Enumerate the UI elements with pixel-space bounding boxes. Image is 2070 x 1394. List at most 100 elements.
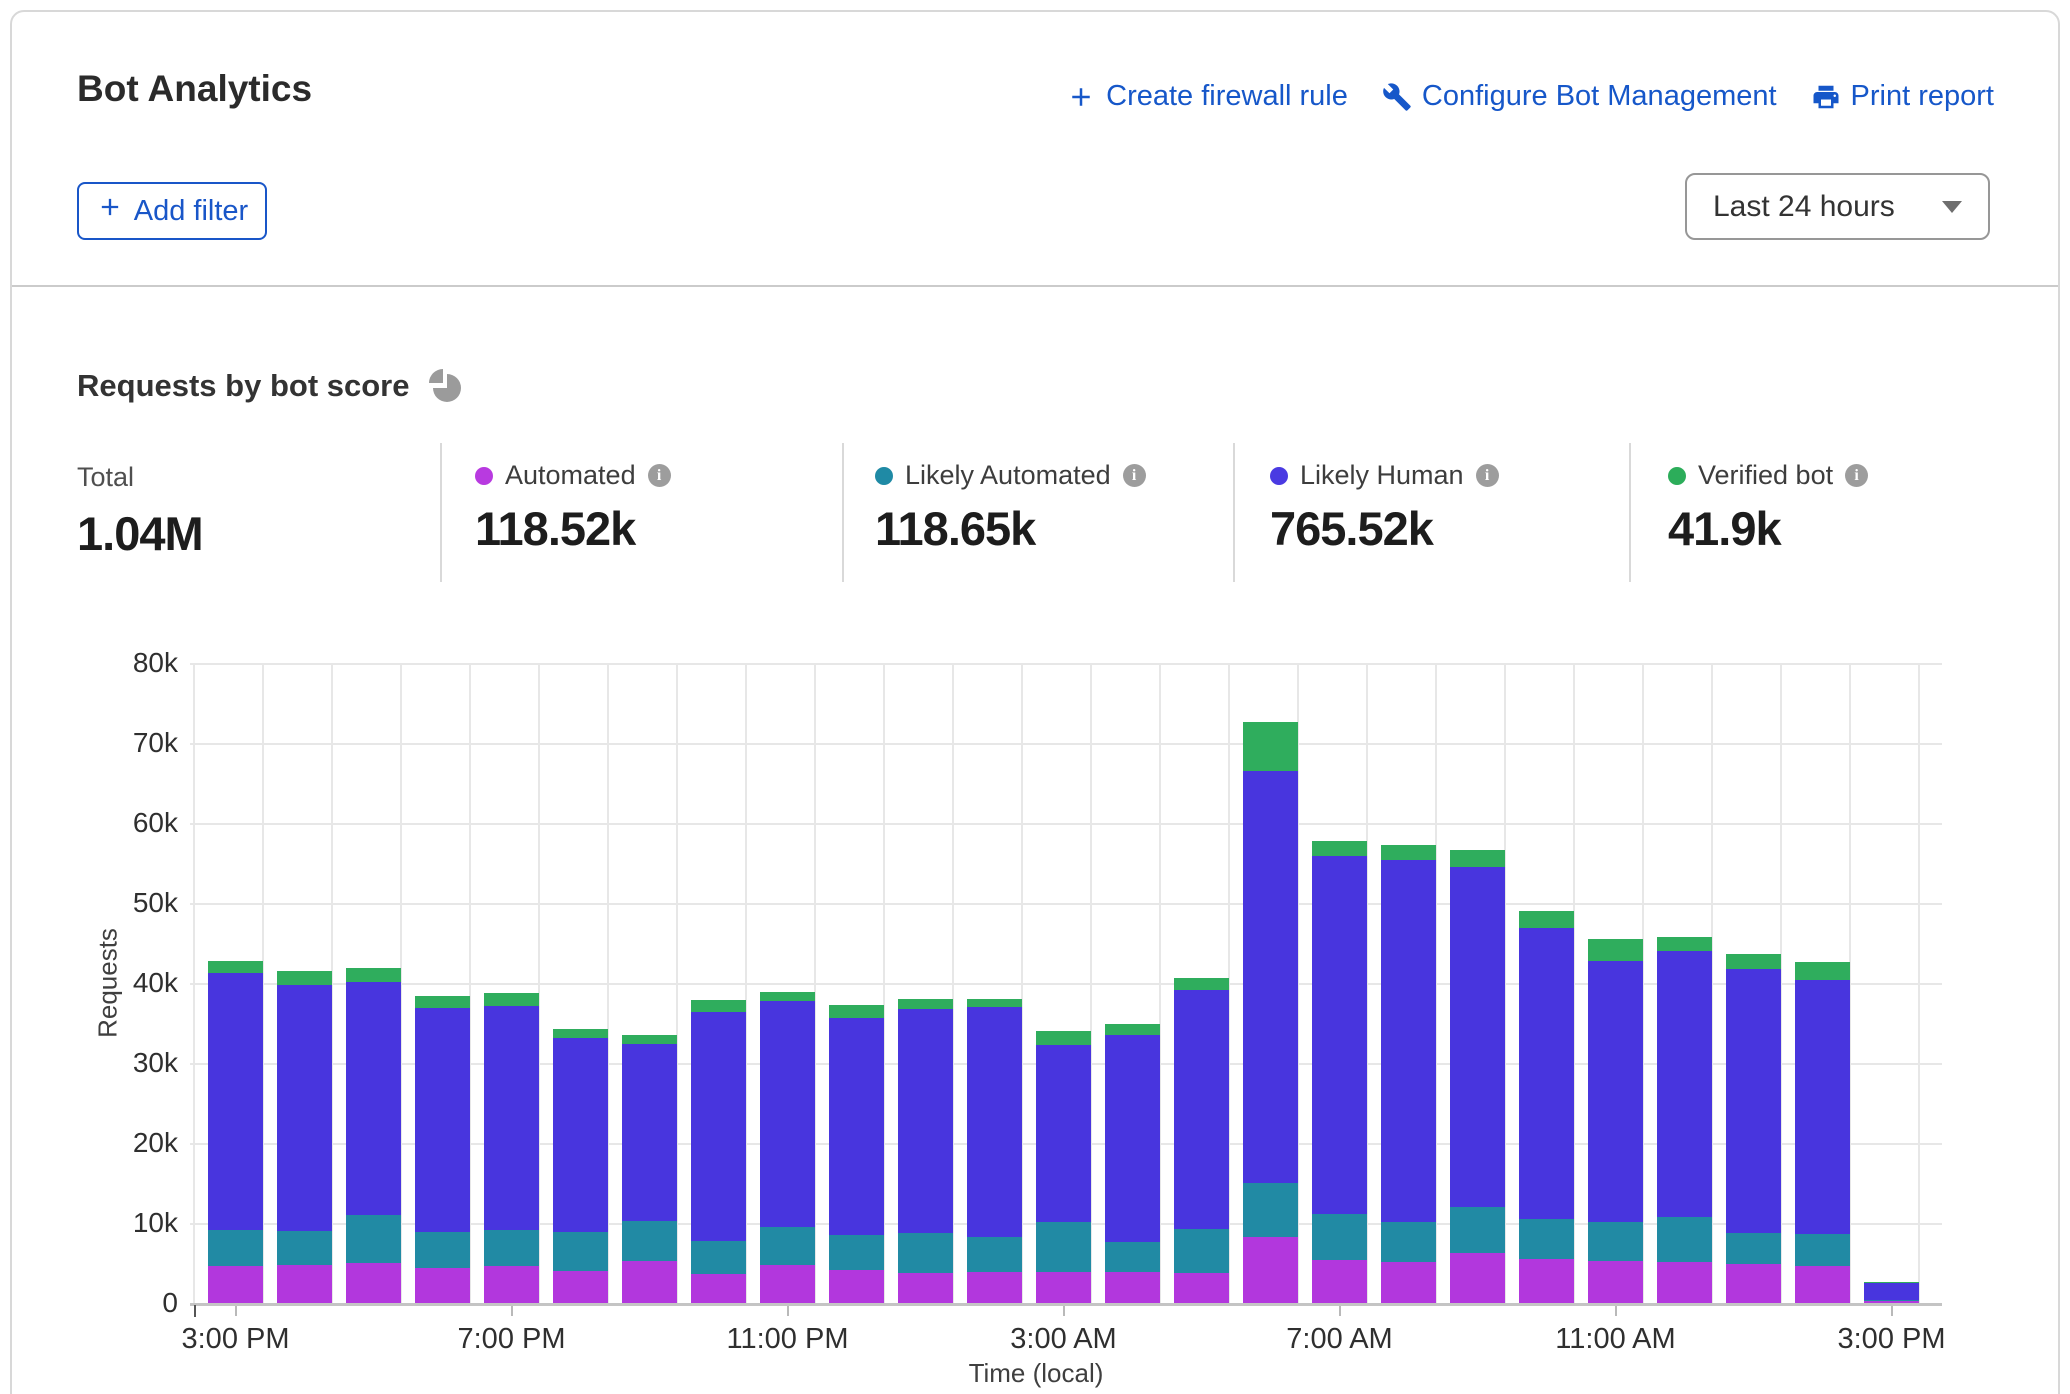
bar-segment-verified-bot[interactable] (1105, 1024, 1160, 1035)
bar-segment-likely-human[interactable] (1174, 990, 1229, 1229)
bar-segment-automated[interactable] (1381, 1262, 1436, 1303)
bar-segment-likely-automated[interactable] (1381, 1222, 1436, 1262)
bar-segment-verified-bot[interactable] (691, 1000, 746, 1012)
bar-segment-likely-human[interactable] (484, 1006, 539, 1230)
bar-segment-likely-human[interactable] (1519, 928, 1574, 1219)
bar-segment-automated[interactable] (1450, 1253, 1505, 1303)
bar-segment-likely-automated[interactable] (415, 1232, 470, 1268)
bar-segment-automated[interactable] (967, 1272, 1022, 1303)
bar-segment-automated[interactable] (760, 1265, 815, 1303)
bar-segment-likely-automated[interactable] (1864, 1300, 1919, 1302)
bar-segment-likely-automated[interactable] (1588, 1222, 1643, 1261)
bar-segment-automated[interactable] (1174, 1273, 1229, 1303)
bar-segment-verified-bot[interactable] (484, 993, 539, 1006)
bar-segment-likely-human[interactable] (967, 1007, 1022, 1237)
bar-segment-likely-human[interactable] (1036, 1045, 1091, 1222)
bar-segment-verified-bot[interactable] (1450, 850, 1505, 867)
bar-segment-likely-human[interactable] (1381, 860, 1436, 1222)
bar-segment-verified-bot[interactable] (622, 1035, 677, 1044)
bar-segment-likely-automated[interactable] (277, 1231, 332, 1265)
bar-segment-likely-automated[interactable] (1105, 1242, 1160, 1272)
add-filter-button[interactable]: Add filter (77, 182, 267, 240)
bar-segment-likely-human[interactable] (691, 1012, 746, 1242)
bar-segment-likely-human[interactable] (208, 973, 263, 1231)
bar-segment-likely-human[interactable] (1243, 771, 1298, 1183)
info-icon[interactable]: i (1476, 464, 1499, 487)
bar-segment-likely-human[interactable] (1657, 951, 1712, 1217)
bar-segment-likely-human[interactable] (1312, 856, 1367, 1214)
bar-segment-likely-automated[interactable] (1450, 1207, 1505, 1253)
bar-segment-verified-bot[interactable] (277, 971, 332, 985)
bar-segment-likely-automated[interactable] (967, 1237, 1022, 1272)
bar-segment-likely-human[interactable] (898, 1009, 953, 1234)
bar-segment-likely-automated[interactable] (829, 1235, 884, 1270)
bar-segment-likely-automated[interactable] (1795, 1234, 1850, 1266)
bar-segment-automated[interactable] (1105, 1272, 1160, 1303)
info-icon[interactable]: i (1123, 464, 1146, 487)
bar-segment-verified-bot[interactable] (1243, 722, 1298, 771)
create-firewall-rule-link[interactable]: Create firewall rule (1066, 80, 1348, 113)
bar-segment-likely-human[interactable] (277, 985, 332, 1231)
bar-segment-automated[interactable] (1243, 1237, 1298, 1303)
bar-segment-automated[interactable] (1312, 1260, 1367, 1303)
print-report-link[interactable]: Print report (1811, 80, 1994, 113)
time-range-dropdown[interactable]: Last 24 hours (1685, 173, 1990, 240)
bar-segment-automated[interactable] (415, 1268, 470, 1303)
bar-segment-likely-automated[interactable] (691, 1241, 746, 1274)
bar-segment-likely-human[interactable] (1105, 1035, 1160, 1242)
bar-segment-likely-automated[interactable] (1657, 1217, 1712, 1263)
bar-segment-automated[interactable] (1036, 1272, 1091, 1303)
bar-segment-verified-bot[interactable] (1726, 954, 1781, 969)
bar-segment-verified-bot[interactable] (553, 1029, 608, 1039)
bar-segment-verified-bot[interactable] (1519, 911, 1574, 928)
configure-bot-management-link[interactable]: Configure Bot Management (1382, 80, 1777, 113)
bar-segment-likely-human[interactable] (760, 1001, 815, 1227)
bar-segment-likely-human[interactable] (829, 1018, 884, 1235)
bar-segment-verified-bot[interactable] (1174, 978, 1229, 990)
bar-segment-verified-bot[interactable] (1657, 937, 1712, 951)
bar-segment-verified-bot[interactable] (1588, 939, 1643, 961)
bar-segment-automated[interactable] (277, 1265, 332, 1303)
bar-segment-automated[interactable] (1657, 1262, 1712, 1303)
bar-segment-likely-human[interactable] (1588, 961, 1643, 1222)
bar-segment-likely-automated[interactable] (1726, 1233, 1781, 1263)
bar-segment-likely-human[interactable] (622, 1044, 677, 1222)
bar-segment-verified-bot[interactable] (829, 1005, 884, 1018)
bar-segment-likely-automated[interactable] (553, 1232, 608, 1271)
bar-segment-likely-automated[interactable] (622, 1221, 677, 1260)
bar-segment-likely-automated[interactable] (760, 1227, 815, 1265)
bar-segment-verified-bot[interactable] (1381, 845, 1436, 860)
bar-segment-automated[interactable] (1519, 1259, 1574, 1303)
bar-segment-likely-human[interactable] (1450, 867, 1505, 1207)
bar-segment-likely-human[interactable] (415, 1008, 470, 1232)
bar-segment-likely-automated[interactable] (1036, 1222, 1091, 1272)
bar-segment-likely-automated[interactable] (1312, 1214, 1367, 1260)
bar-segment-likely-automated[interactable] (898, 1233, 953, 1272)
bar-segment-automated[interactable] (1588, 1261, 1643, 1303)
bar-segment-verified-bot[interactable] (760, 992, 815, 1001)
bar-segment-automated[interactable] (1726, 1264, 1781, 1303)
bar-segment-automated[interactable] (553, 1271, 608, 1303)
bar-segment-verified-bot[interactable] (1864, 1282, 1919, 1283)
bar-segment-verified-bot[interactable] (898, 999, 953, 1009)
bar-segment-likely-automated[interactable] (208, 1230, 263, 1266)
bar-segment-verified-bot[interactable] (1795, 962, 1850, 980)
bar-segment-automated[interactable] (898, 1273, 953, 1303)
bar-segment-verified-bot[interactable] (208, 961, 263, 973)
bar-segment-automated[interactable] (622, 1261, 677, 1303)
bar-segment-verified-bot[interactable] (1312, 841, 1367, 855)
bar-segment-likely-human[interactable] (1726, 969, 1781, 1233)
bar-segment-likely-human[interactable] (1864, 1283, 1919, 1300)
bar-segment-likely-human[interactable] (346, 982, 401, 1215)
bar-segment-verified-bot[interactable] (415, 996, 470, 1008)
bar-segment-likely-automated[interactable] (484, 1230, 539, 1266)
bar-segment-likely-automated[interactable] (1519, 1219, 1574, 1259)
bar-segment-likely-automated[interactable] (346, 1215, 401, 1263)
bar-segment-likely-human[interactable] (1795, 980, 1850, 1234)
bar-segment-likely-automated[interactable] (1243, 1183, 1298, 1237)
bar-segment-verified-bot[interactable] (1036, 1031, 1091, 1045)
info-icon[interactable]: i (1845, 464, 1868, 487)
bar-segment-automated[interactable] (484, 1266, 539, 1303)
bar-segment-verified-bot[interactable] (346, 968, 401, 982)
bar-segment-automated[interactable] (691, 1274, 746, 1303)
